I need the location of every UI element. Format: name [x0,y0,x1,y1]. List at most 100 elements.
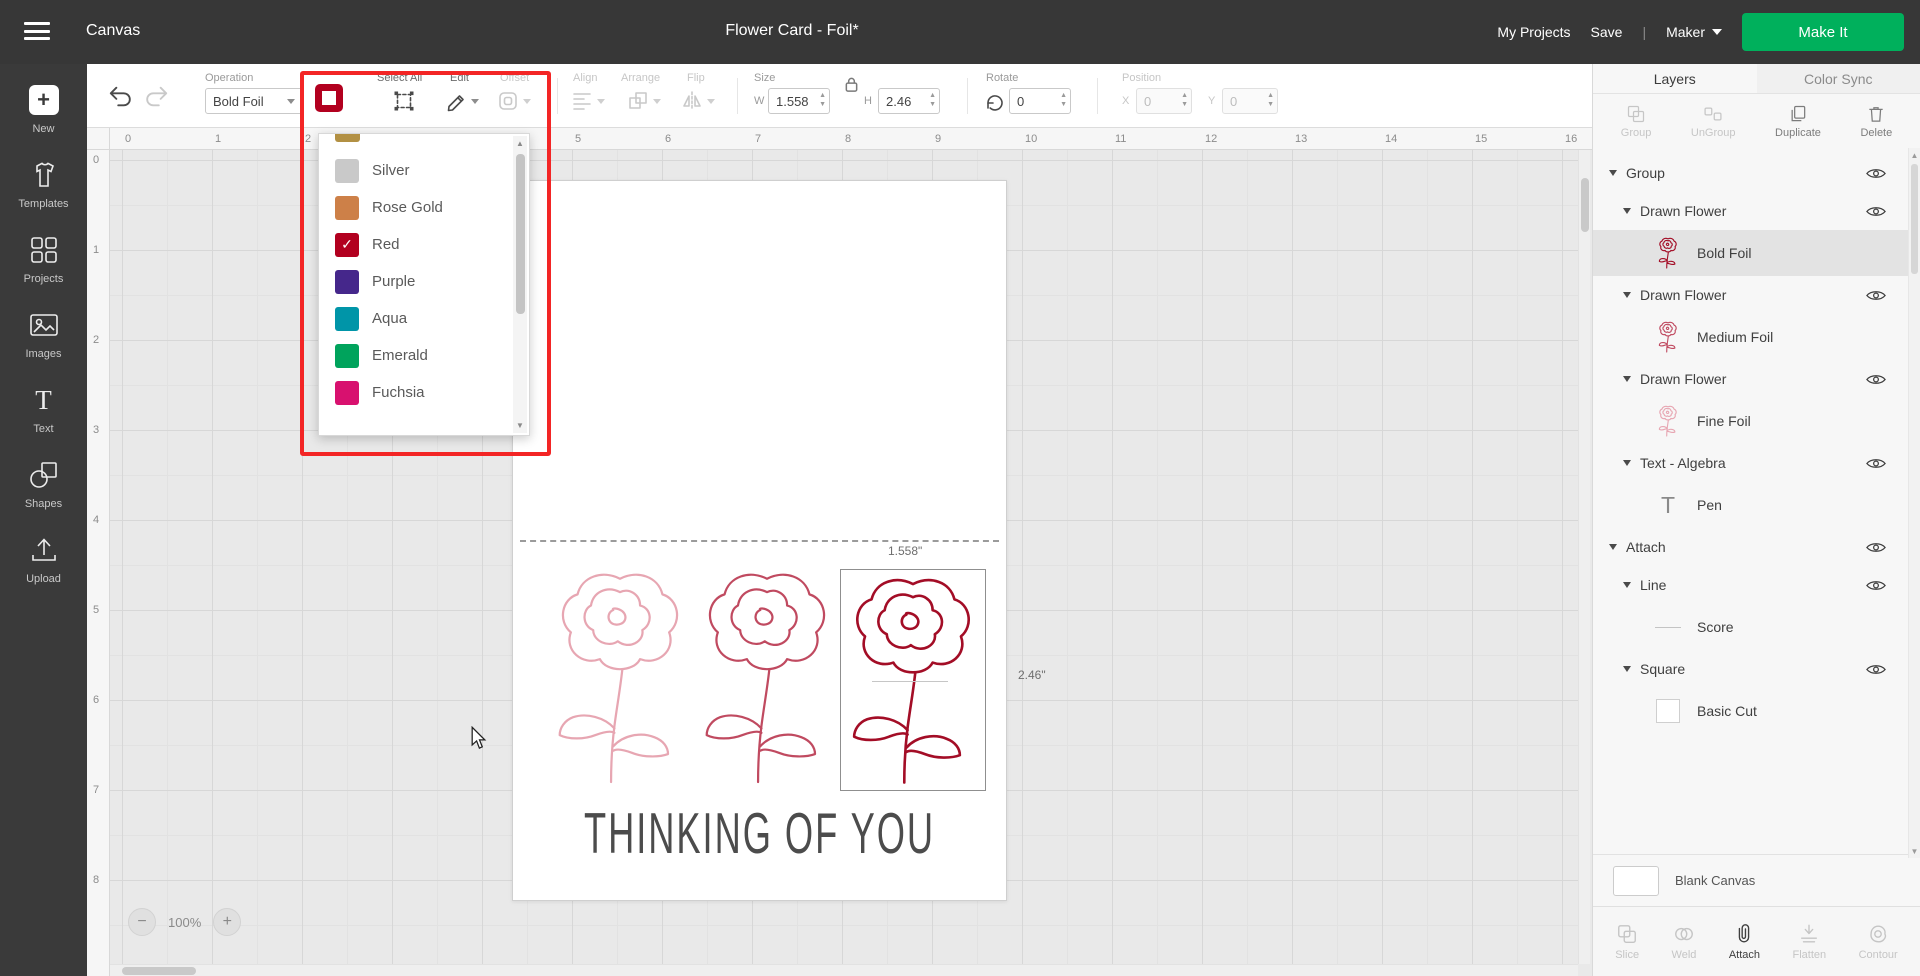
color-swatch-button[interactable] [315,84,343,112]
edit-label[interactable]: Edit [450,72,469,84]
selection-bounding-box[interactable] [840,569,986,791]
canvas-horizontal-scrollbar[interactable] [110,964,1578,976]
toolbar-separator [557,78,558,114]
undo-icon[interactable] [108,84,134,110]
sidebar-item-shapes[interactable]: Shapes [0,459,87,510]
redo-icon[interactable] [143,84,169,110]
chevron-down-icon[interactable] [1623,376,1631,382]
tab-layers[interactable]: Layers [1593,64,1757,93]
eye-icon[interactable] [1866,167,1886,180]
zoom-in-button[interactable]: + [213,908,241,936]
lock-icon[interactable] [844,76,859,98]
layer-row-drawn-flower-2[interactable]: Drawn Flower [1593,276,1920,314]
sidebar-item-new[interactable]: + New [0,84,87,135]
color-option-silver[interactable]: Silver [319,152,511,189]
color-option-rose-gold[interactable]: Rose Gold [319,189,511,226]
duplicate-button[interactable]: Duplicate [1775,104,1821,139]
make-it-button[interactable]: Make It [1742,13,1904,51]
scroll-down-icon[interactable]: ▼ [1909,844,1920,858]
layer-row-drawn-flower-3[interactable]: Drawn Flower [1593,360,1920,398]
offset-menu[interactable] [497,90,533,112]
layer-item-basic-cut[interactable]: Basic Cut [1593,688,1920,734]
scrollbar-thumb[interactable] [122,967,196,975]
group-button[interactable]: Group [1621,104,1652,139]
align-menu[interactable] [571,90,607,112]
my-projects-link[interactable]: My Projects [1497,24,1570,40]
sidebar-item-templates[interactable]: Templates [0,159,87,210]
attach-button[interactable]: Attach [1729,923,1760,961]
rotate-icon[interactable] [983,91,1005,113]
scroll-up-icon[interactable]: ▲ [1909,148,1920,162]
color-option-fuchsia[interactable]: Fuchsia [319,374,511,411]
chevron-down-icon[interactable] [1623,292,1631,298]
color-option-purple[interactable]: Purple [319,263,511,300]
color-option-emerald[interactable]: Emerald [319,337,511,374]
chevron-down-icon[interactable] [1609,170,1617,176]
eye-icon[interactable] [1866,289,1886,302]
eye-icon[interactable] [1866,579,1886,592]
eye-icon[interactable] [1866,663,1886,676]
card-text[interactable]: THINKING OF YOU [517,802,1002,867]
layer-row-drawn-flower-1[interactable]: Drawn Flower [1593,192,1920,230]
layer-item-medium-foil[interactable]: Medium Foil [1593,314,1920,360]
blank-canvas-swatch[interactable] [1613,866,1659,896]
canvas-vertical-scrollbar[interactable] [1578,150,1590,964]
eye-icon[interactable] [1866,457,1886,470]
layer-row-square[interactable]: Square [1593,650,1920,688]
layer-row-line[interactable]: Line [1593,566,1920,604]
menu-icon[interactable] [24,22,50,42]
scrollbar-thumb[interactable] [516,154,525,314]
stepper-arrows[interactable]: ▲▼ [929,92,936,109]
weld-button[interactable]: Weld [1672,923,1697,961]
layer-item-pen[interactable]: T Pen [1593,482,1920,528]
chevron-down-icon[interactable] [1623,460,1631,466]
layer-item-fine-foil[interactable]: Fine Foil [1593,398,1920,444]
scroll-down-icon[interactable]: ▼ [513,418,527,433]
select-all-icon[interactable] [393,90,415,112]
dropdown-scrollbar[interactable]: ▲ ▼ [513,136,527,433]
flower-fine-foil[interactable] [553,563,687,791]
operation-dropdown[interactable]: Bold Foil [205,88,303,114]
ungroup-button[interactable]: UnGroup [1691,104,1736,139]
size-label: Size [754,72,775,84]
sidebar-item-projects[interactable]: Projects [0,234,87,285]
select-all-label[interactable]: Select All [377,72,422,84]
machine-select[interactable]: Maker [1666,24,1722,40]
zoom-out-button[interactable]: − [128,908,156,936]
weld-icon [1673,923,1695,945]
chevron-down-icon[interactable] [1609,544,1617,550]
chevron-down-icon[interactable] [1623,208,1631,214]
contour-button[interactable]: Contour [1859,923,1898,961]
arrange-menu[interactable] [627,90,663,112]
slice-button[interactable]: Slice [1615,923,1639,961]
flatten-button[interactable]: Flatten [1792,923,1826,961]
panel-scrollbar[interactable]: ▲ ▼ [1908,148,1920,858]
layer-row-text-algebra[interactable]: Text - Algebra [1593,444,1920,482]
layer-item-bold-foil[interactable]: Bold Foil [1593,230,1920,276]
delete-button[interactable]: Delete [1860,104,1892,139]
color-option-aqua[interactable]: Aqua [319,300,511,337]
layer-row-attach[interactable]: Attach [1593,528,1920,566]
eye-icon[interactable] [1866,373,1886,386]
layer-item-score[interactable]: Score [1593,604,1920,650]
chevron-down-icon[interactable] [1623,666,1631,672]
color-option-red-selected[interactable]: ✓ Red [319,226,511,263]
edit-menu[interactable] [445,90,481,112]
save-link[interactable]: Save [1591,24,1623,40]
eye-icon[interactable] [1866,541,1886,554]
scroll-up-icon[interactable]: ▲ [513,136,527,151]
chevron-down-icon[interactable] [1623,582,1631,588]
flower-medium-foil[interactable] [700,563,834,791]
sidebar-item-images[interactable]: Images [0,309,87,360]
scrollbar-thumb[interactable] [1581,178,1589,232]
sidebar-item-upload[interactable]: Upload [0,534,87,585]
eye-icon[interactable] [1866,205,1886,218]
tab-color-sync[interactable]: Color Sync [1757,64,1920,93]
stepper-arrows[interactable]: ▲▼ [819,92,826,109]
stepper-arrows[interactable]: ▲▼ [1060,92,1067,109]
scrollbar-thumb[interactable] [1911,164,1918,274]
flip-menu[interactable] [681,90,717,112]
sidebar-label-projects: Projects [24,273,64,285]
sidebar-item-text[interactable]: T Text [0,384,87,435]
layer-row-group[interactable]: Group [1593,154,1920,192]
